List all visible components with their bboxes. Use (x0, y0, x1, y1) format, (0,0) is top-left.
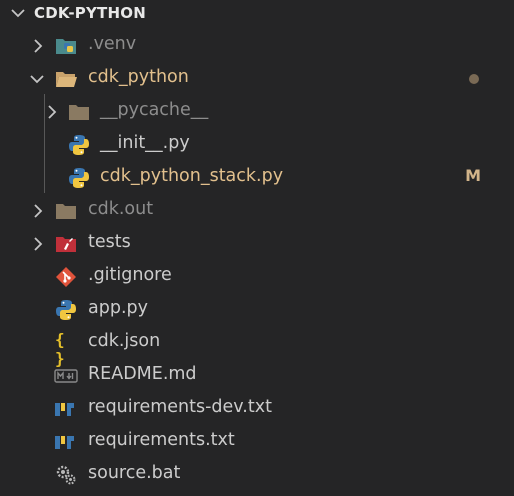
tree-item-label: cdk_python_stack.py (100, 166, 284, 186)
tree-item-label: .gitignore (88, 265, 172, 285)
git-modified-badge: M (465, 166, 481, 185)
tree-item-label: README.md (88, 364, 197, 384)
tree-item-app-py[interactable]: app.py (0, 293, 514, 326)
python-icon (56, 300, 76, 320)
tree-item-cdk-json[interactable]: { } cdk.json (0, 326, 514, 368)
tree-item-requirements-dev-txt[interactable]: requirements-dev.txt (0, 392, 514, 425)
tree-item-cdk-out[interactable]: cdk.out (0, 194, 514, 227)
modified-indicator-dot (469, 74, 479, 84)
tree-item-requirements-txt[interactable]: requirements.txt (0, 425, 514, 458)
markdown-icon (54, 369, 78, 383)
tree-item-tests[interactable]: tests (0, 227, 514, 260)
chevron-right-icon[interactable] (47, 105, 57, 119)
tree-item-init-py[interactable]: __init__.py (0, 128, 514, 161)
folder-open-icon (56, 72, 77, 87)
tree-item-pycache[interactable]: __pycache__ (0, 95, 514, 128)
tree-item-label: app.py (88, 298, 148, 318)
json-braces-icon: { } (55, 330, 65, 368)
tree-item-gitignore[interactable]: .gitignore (0, 260, 514, 293)
tree-item-label: source.bat (88, 463, 181, 483)
pip-requirements-icon (55, 436, 74, 449)
explorer-section-header[interactable]: CDK-PYTHON (0, 0, 514, 26)
tree-item-label: cdk_python (88, 67, 189, 87)
tree-item-label: requirements.txt (88, 430, 235, 450)
tree-item-source-bat[interactable]: source.bat (0, 458, 514, 491)
tree-item-cdk-python[interactable]: cdk_python (0, 62, 514, 95)
tree-item-cdk-python-stack-py[interactable]: cdk_python_stack.py M (0, 161, 514, 194)
venv-folder-icon (56, 39, 76, 54)
test-folder-icon (56, 237, 76, 252)
explorer-section-title: CDK-PYTHON (34, 4, 146, 22)
folder-icon (56, 204, 76, 219)
tree-item-label: .venv (88, 34, 137, 54)
python-icon (69, 168, 89, 188)
tree-item-label: cdk.json (88, 331, 161, 351)
folder-icon (69, 105, 89, 120)
tree-item-label: requirements-dev.txt (88, 397, 272, 417)
tree-item-label: cdk.out (88, 199, 154, 219)
chevron-down-icon[interactable] (11, 8, 25, 18)
tree-item-readme-md[interactable]: README.md (0, 359, 514, 392)
pip-requirements-icon (55, 403, 74, 416)
tree-item-label: __init__.py (100, 133, 190, 153)
tree-item-label: tests (88, 232, 131, 252)
gears-icon (56, 465, 76, 485)
chevron-right-icon[interactable] (33, 237, 43, 251)
tree-item-venv[interactable]: .venv (0, 29, 514, 62)
explorer-panel: CDK-PYTHON .venv cdk_python __pycache__ … (0, 0, 514, 496)
chevron-right-icon[interactable] (33, 39, 43, 53)
tree-item-label: __pycache__ (100, 100, 209, 120)
python-icon (69, 135, 89, 155)
git-icon (56, 267, 76, 287)
chevron-down-icon[interactable] (30, 74, 44, 84)
chevron-right-icon[interactable] (33, 204, 43, 218)
